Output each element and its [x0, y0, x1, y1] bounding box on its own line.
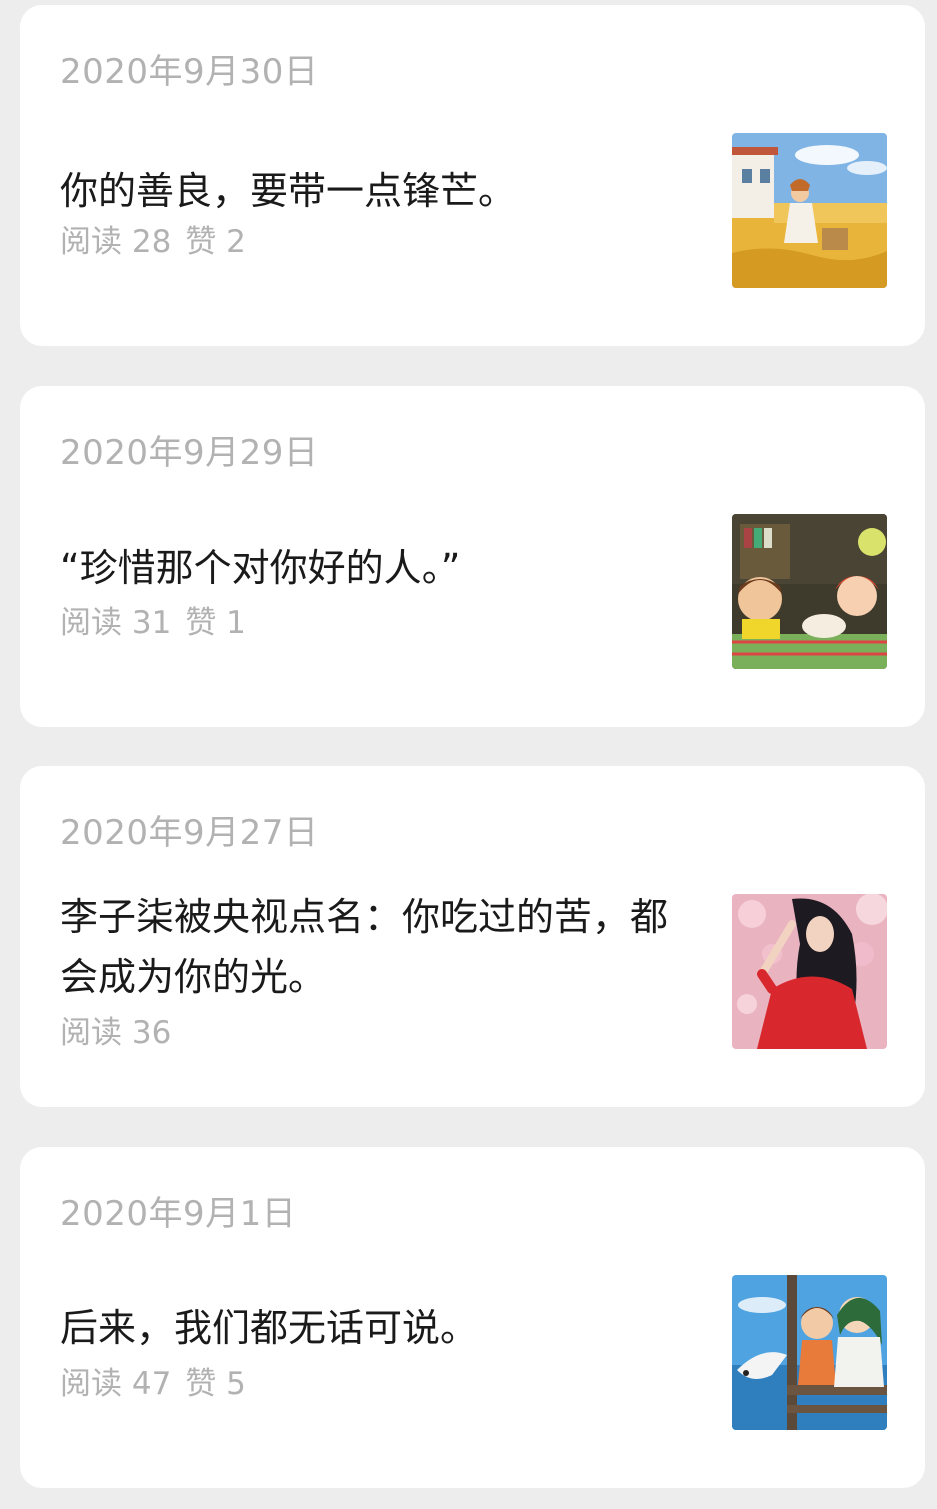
anime-wheat-field-image: [732, 133, 887, 288]
read-count: 阅读 47: [60, 1366, 172, 1402]
article-thumbnail[interactable]: [732, 894, 887, 1049]
article-date: 2020年9月30日: [60, 52, 319, 92]
woman-cherry-blossom-image: [732, 894, 887, 1049]
article-title[interactable]: “珍惜那个对你好的人。”: [60, 538, 690, 598]
article-stats: 阅读 36: [60, 1013, 171, 1053]
like-count: 赞 5: [185, 1366, 246, 1402]
article-date: 2020年9月27日: [60, 813, 319, 853]
article-title[interactable]: 后来，我们都无话可说。: [60, 1298, 690, 1358]
like-count: 赞 2: [185, 224, 246, 260]
read-count: 阅读 28: [60, 224, 172, 260]
read-count: 阅读 31: [60, 605, 172, 641]
article-stats: 阅读 31 赞 1: [60, 603, 246, 643]
article-feed: 2020年9月30日 你的善良，要带一点锋芒。 阅读 28 赞 2 2020年9…: [0, 0, 937, 1509]
article-title[interactable]: 你的善良，要带一点锋芒。: [60, 161, 690, 221]
article-title[interactable]: 李子柒被央视点名：你吃过的苦，都会成为你的光。: [60, 887, 690, 1007]
read-count: 阅读 36: [60, 1015, 172, 1051]
article-thumbnail[interactable]: [732, 1275, 887, 1430]
article-card[interactable]: 2020年9月30日 你的善良，要带一点锋芒。 阅读 28 赞 2: [20, 5, 925, 346]
article-date: 2020年9月29日: [60, 433, 319, 473]
article-card[interactable]: 2020年9月27日 李子柒被央视点名：你吃过的苦，都会成为你的光。 阅读 36: [20, 766, 925, 1107]
anime-kitchen-scene-image: [732, 514, 887, 669]
article-stats: 阅读 47 赞 5: [60, 1364, 246, 1404]
article-date: 2020年9月1日: [60, 1194, 297, 1234]
article-thumbnail[interactable]: [732, 514, 887, 669]
anime-seaside-balcony-image: [732, 1275, 887, 1430]
article-stats: 阅读 28 赞 2: [60, 222, 246, 262]
article-card[interactable]: 2020年9月29日 “珍惜那个对你好的人。” 阅读 31 赞 1: [20, 386, 925, 727]
like-count: 赞 1: [185, 605, 246, 641]
article-thumbnail[interactable]: [732, 133, 887, 288]
article-card[interactable]: 2020年9月1日 后来，我们都无话可说。 阅读 47 赞 5: [20, 1147, 925, 1488]
